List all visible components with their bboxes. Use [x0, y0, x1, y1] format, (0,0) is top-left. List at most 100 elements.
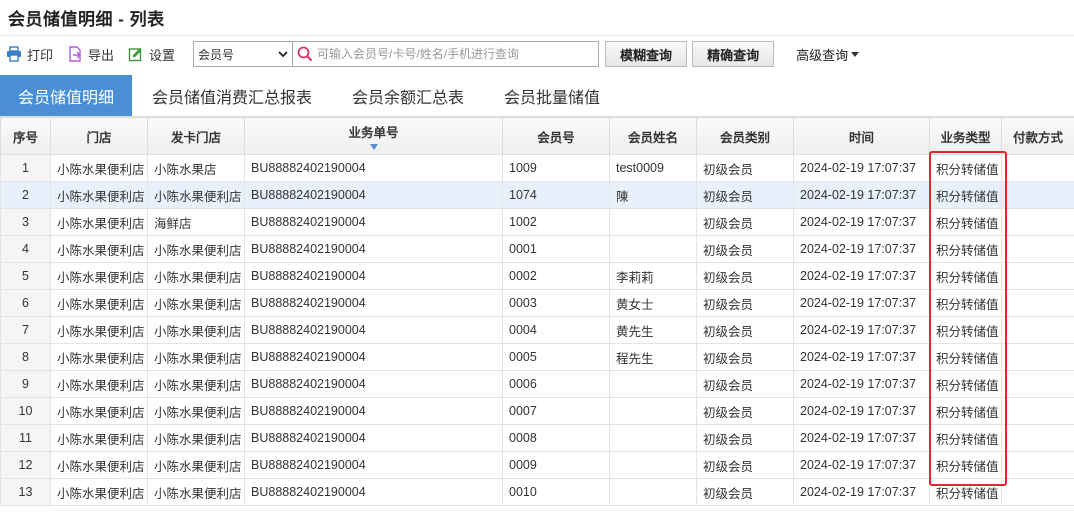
table-cell	[609, 478, 697, 506]
table-cell: 小陈水果便利店	[147, 181, 245, 209]
table-cell: BU88882402190004	[244, 262, 503, 290]
table-cell: 初级会员	[696, 451, 794, 479]
table-cell: BU88882402190004	[244, 289, 503, 317]
table-cell: 1074	[502, 181, 610, 209]
table-cell: 6	[0, 289, 51, 317]
table-cell: 10	[0, 397, 51, 425]
table-cell: 积分转储值	[929, 289, 1002, 317]
fuzzy-search-button[interactable]: 模糊查询	[605, 41, 688, 67]
table-row[interactable]: 6 小陈水果便利店 小陈水果便利店 BU88882402190004 0003 黄女士 初级…	[0, 289, 1074, 317]
table-row[interactable]: 8 小陈水果便利店 小陈水果便利店 BU88882402190004 0005 程先生 初级…	[0, 343, 1074, 371]
table-cell	[609, 235, 697, 263]
table-cell: 初级会员	[696, 478, 794, 506]
table-cell: 4	[0, 235, 51, 263]
table-cell: 2024-02-19 17:07:37	[793, 316, 930, 344]
table-cell: 0003	[502, 289, 610, 317]
table-cell	[609, 451, 697, 479]
table-cell: 0007	[502, 397, 610, 425]
table-cell: BU88882402190004	[244, 154, 503, 182]
table-cell: 小陈水果便利店	[50, 343, 148, 371]
table-cell	[609, 424, 697, 452]
table-row[interactable]: 12 小陈水果便利店 小陈水果便利店 BU88882402190004 0009 初级会员…	[0, 451, 1074, 479]
table-cell: 0001	[502, 235, 610, 263]
tab-member-stored-value-detail[interactable]: 会员储值明细	[0, 75, 133, 116]
table-body: 1 小陈水果便利店 小陈水果店 BU88882402190004 1009 test000…	[0, 154, 1074, 506]
column-header[interactable]: 会员类别	[696, 117, 794, 155]
tab-member-balance-summary[interactable]: 会员余额汇总表	[332, 75, 484, 116]
stored-value-table: 序号 门店 发卡门店 业务单号 会员号 会员姓名 会员类别 时间 业务类型 付款…	[0, 117, 1074, 506]
table-row[interactable]: 4 小陈水果便利店 小陈水果便利店 BU88882402190004 0001 初级会员 2…	[0, 235, 1074, 263]
settings-button[interactable]: 设置	[128, 45, 175, 64]
table-row[interactable]: 10 小陈水果便利店 小陈水果便利店 BU88882402190004 0007 初级会员…	[0, 397, 1074, 425]
table-cell: 0009	[502, 451, 610, 479]
table-cell: 小陈水果便利店	[147, 478, 245, 506]
table-cell: 0005	[502, 343, 610, 371]
table-cell: BU88882402190004	[244, 235, 503, 263]
tab-stored-value-consumption-summary[interactable]: 会员储值消费汇总报表	[132, 75, 332, 116]
table-cell: 积分转储值	[929, 478, 1002, 506]
table-row[interactable]: 11 小陈水果便利店 小陈水果便利店 BU88882402190004 0008 初级会员…	[0, 424, 1074, 452]
table-cell	[609, 397, 697, 425]
sort-desc-icon	[369, 144, 378, 150]
table-row[interactable]: 1 小陈水果便利店 小陈水果店 BU88882402190004 1009 test000…	[0, 154, 1074, 182]
table-cell: BU88882402190004	[244, 478, 503, 506]
table-cell: 11	[0, 424, 51, 452]
table-cell: 小陈水果便利店	[147, 262, 245, 290]
column-header[interactable]: 序号	[0, 117, 51, 155]
table-cell: 5	[0, 262, 51, 290]
column-header[interactable]: 会员号	[502, 117, 610, 155]
table-cell	[1001, 262, 1074, 290]
table-cell: 小陈水果便利店	[147, 316, 245, 344]
table-cell: 小陈水果便利店	[50, 478, 148, 506]
table-row[interactable]: 13 小陈水果便利店 小陈水果便利店 BU88882402190004 0010 初级会员…	[0, 478, 1074, 506]
table-cell: 陳	[609, 181, 697, 209]
print-label: 打印	[27, 47, 54, 63]
table-cell: 积分转储值	[929, 424, 1002, 452]
table-cell: 8	[0, 343, 51, 371]
search-box[interactable]	[293, 41, 600, 67]
search-input[interactable]	[317, 47, 588, 61]
export-button[interactable]: 导出	[67, 45, 114, 64]
column-header[interactable]: 门店	[50, 117, 148, 155]
column-header[interactable]: 会员姓名	[609, 117, 697, 155]
table-row[interactable]: 2 小陈水果便利店 小陈水果便利店 BU88882402190004 1074 陳初级会员…	[0, 181, 1074, 209]
table-row[interactable]: 9 小陈水果便利店 小陈水果便利店 BU88882402190004 0006 初级会员 2…	[0, 370, 1074, 398]
table-cell: 0006	[502, 370, 610, 398]
table-cell: 小陈水果便利店	[147, 451, 245, 479]
advanced-search-button[interactable]: 高级查询	[796, 45, 860, 64]
table-row[interactable]: 5 小陈水果便利店 小陈水果便利店 BU88882402190004 0002 李莉莉 初级…	[0, 262, 1074, 290]
table-row[interactable]: 7 小陈水果便利店 小陈水果便利店 BU88882402190004 0004 黄先生 初级…	[0, 316, 1074, 344]
table-cell: 初级会员	[696, 424, 794, 452]
table-cell: 小陈水果便利店	[50, 289, 148, 317]
table-cell	[1001, 424, 1074, 452]
table-row[interactable]: 3 小陈水果便利店 海鲜店 BU88882402190004 1002 初级会员 2024-…	[0, 208, 1074, 236]
chevron-down-icon	[851, 52, 860, 57]
table-cell: 小陈水果便利店	[50, 181, 148, 209]
column-header[interactable]: 发卡门店	[147, 117, 245, 155]
column-header[interactable]: 付款方式	[1001, 117, 1074, 155]
table-cell: BU88882402190004	[244, 397, 503, 425]
table-cell	[1001, 397, 1074, 425]
tab-member-batch-stored-value[interactable]: 会员批量储值	[484, 75, 620, 116]
table-cell: 2024-02-19 17:07:37	[793, 235, 930, 263]
column-header[interactable]: 业务类型	[929, 117, 1002, 155]
print-button[interactable]: 打印	[6, 45, 53, 64]
table-cell	[609, 208, 697, 236]
search-field-select[interactable]: 会员号	[193, 41, 294, 67]
exact-search-button[interactable]: 精确查询	[692, 41, 775, 67]
table-cell: 黄女士	[609, 289, 697, 317]
column-header-sorted[interactable]: 业务单号	[244, 117, 503, 155]
table-cell: 1009	[502, 154, 610, 182]
print-icon	[7, 46, 21, 62]
table-cell: 初级会员	[696, 289, 794, 317]
table-cell: 小陈水果便利店	[50, 397, 148, 425]
table-cell: 9	[0, 370, 51, 398]
table-cell: 2024-02-19 17:07:37	[793, 451, 930, 479]
table-cell: 程先生	[609, 343, 697, 371]
table-cell: 3	[0, 208, 51, 236]
export-label: 导出	[88, 47, 115, 63]
settings-label: 设置	[149, 47, 176, 63]
column-header[interactable]: 时间	[793, 117, 930, 155]
table-cell: 小陈水果便利店	[147, 235, 245, 263]
table-cell: test0009	[609, 154, 697, 182]
